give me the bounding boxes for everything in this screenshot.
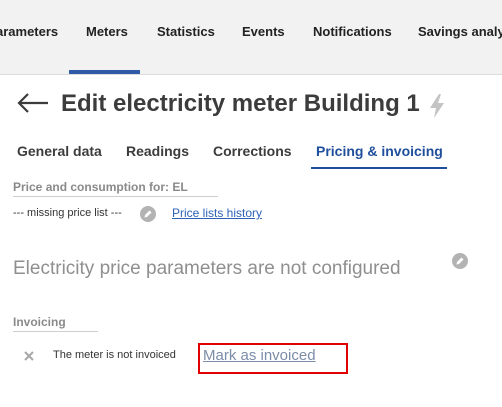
nav-active-indicator bbox=[69, 70, 140, 74]
invoicing-divider bbox=[13, 331, 98, 332]
tab-corrections[interactable]: Corrections bbox=[213, 143, 292, 159]
nav-item-statistics[interactable]: Statistics bbox=[157, 24, 215, 39]
nav-item-events[interactable]: Events bbox=[242, 24, 285, 39]
nav-item-notifications[interactable]: Notifications bbox=[313, 24, 392, 39]
tab-pricing-invoicing[interactable]: Pricing & invoicing bbox=[316, 143, 443, 159]
page-title: Edit electricity meter Building 1 bbox=[61, 90, 420, 117]
price-list-value: --- missing price list --- bbox=[13, 207, 122, 219]
arrow-left-icon[interactable] bbox=[16, 90, 50, 116]
invoicing-label: Invoicing bbox=[13, 315, 66, 329]
section-divider bbox=[13, 196, 218, 197]
tab-active-indicator bbox=[311, 167, 447, 169]
lightning-bolt-icon bbox=[430, 94, 444, 118]
edit-price-parameters-icon[interactable] bbox=[452, 253, 468, 269]
invoice-status-text: The meter is not invoiced bbox=[53, 349, 176, 361]
tab-general-data[interactable]: General data bbox=[17, 143, 102, 159]
nav-item-savings-analysis[interactable]: Savings analys bbox=[418, 24, 502, 39]
price-lists-history-link[interactable]: Price lists history bbox=[172, 206, 262, 220]
tab-readings[interactable]: Readings bbox=[126, 143, 189, 159]
edit-price-list-icon[interactable] bbox=[140, 206, 156, 222]
mark-as-invoiced-link[interactable]: Mark as invoiced bbox=[203, 347, 316, 364]
nav-item-parameters[interactable]: arameters bbox=[0, 24, 58, 39]
nav-item-meters[interactable]: Meters bbox=[86, 24, 128, 39]
price-consumption-label: Price and consumption for: EL bbox=[13, 180, 188, 194]
top-navigation: arameters Meters Statistics Events Notif… bbox=[0, 0, 502, 75]
price-not-configured-message: Electricity price parameters are not con… bbox=[13, 258, 401, 279]
not-invoiced-x-icon bbox=[24, 351, 34, 361]
